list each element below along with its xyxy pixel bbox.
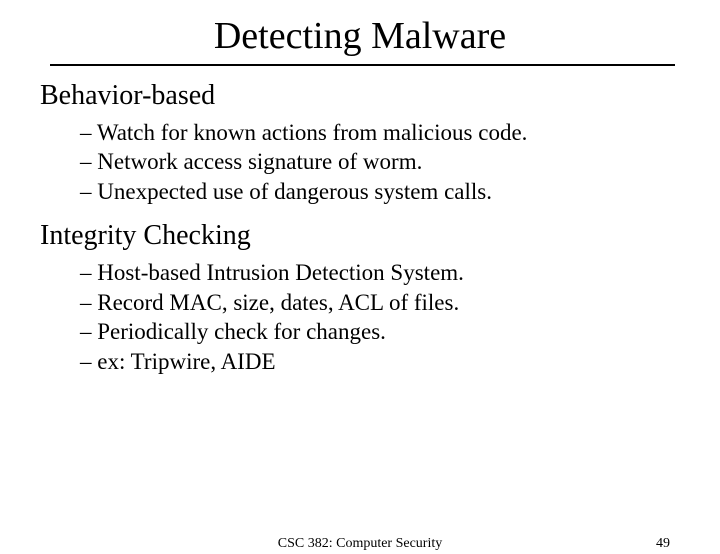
bullet-list-integrity: Host-based Intrusion Detection System. R… xyxy=(40,258,680,376)
list-item: Record MAC, size, dates, ACL of files. xyxy=(80,288,680,317)
footer-page-number: 49 xyxy=(656,536,670,552)
slide: Detecting Malware Behavior-based Watch f… xyxy=(0,14,720,554)
list-item: ex: Tripwire, AIDE xyxy=(80,347,680,376)
list-item: Periodically check for changes. xyxy=(80,317,680,346)
section-heading-behavior: Behavior-based xyxy=(40,80,680,112)
footer-course: CSC 382: Computer Security xyxy=(0,536,720,552)
list-item: Host-based Intrusion Detection System. xyxy=(80,258,680,287)
title-underline xyxy=(50,64,675,66)
slide-title: Detecting Malware xyxy=(0,14,720,58)
list-item: Network access signature of worm. xyxy=(80,147,680,176)
list-item: Watch for known actions from malicious c… xyxy=(80,118,680,147)
section-heading-integrity: Integrity Checking xyxy=(40,220,680,252)
bullet-list-behavior: Watch for known actions from malicious c… xyxy=(40,118,680,206)
list-item: Unexpected use of dangerous system calls… xyxy=(80,177,680,206)
content-area: Behavior-based Watch for known actions f… xyxy=(40,80,680,376)
